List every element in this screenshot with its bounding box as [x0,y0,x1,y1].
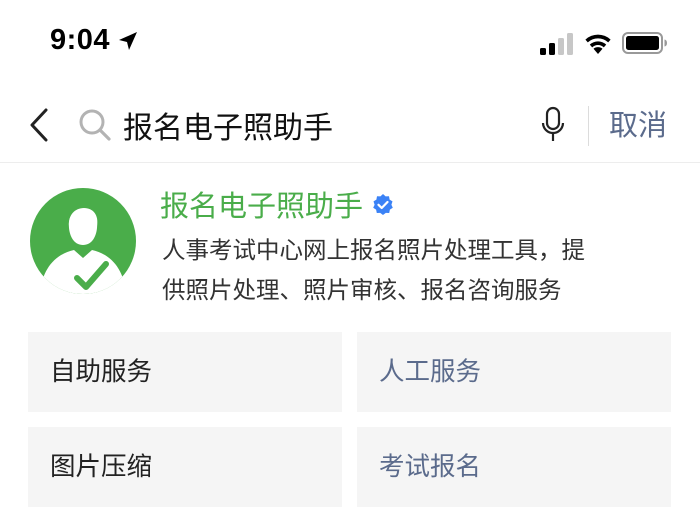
account-description-line-1: 人事考试中心网上报名照片处理工具，提 [162,236,585,264]
wifi-icon [585,34,611,54]
service-image-compress-button[interactable]: 图片压缩 [28,427,342,507]
signal-icon [540,33,573,55]
service-label: 图片压缩 [50,452,153,482]
wechat-search-screen: 9:04 报名电子照助手 取消 报名电子照助手 人事考试中心网上报名照片处理工具… [0,0,700,527]
search-separator [0,162,700,163]
search-input[interactable] [123,100,523,150]
microphone-icon[interactable] [541,106,565,144]
account-description-line-2: 供照片处理、照片审核、报名咨询服务 [162,276,562,304]
status-time: 9:04 [50,24,111,56]
account-result-card[interactable]: 报名电子照助手 人事考试中心网上报名照片处理工具，提 供照片处理、照片审核、报名… [0,176,700,316]
location-arrow-icon [119,32,137,50]
service-label: 人工服务 [379,357,482,387]
verified-badge-icon [373,194,393,215]
service-self-help-button[interactable]: 自助服务 [28,332,342,412]
search-bar: 取消 [0,92,700,160]
status-bar: 9:04 [0,0,700,88]
service-label: 考试报名 [379,452,482,482]
cancel-button[interactable]: 取消 [609,104,667,146]
account-name-row: 报名电子照助手 [160,182,395,226]
person-checkmark-icon [30,188,136,294]
back-chevron-icon[interactable] [24,104,56,146]
search-divider [588,106,589,146]
search-icon [79,109,111,141]
battery-icon [622,32,667,54]
service-label: 自助服务 [50,357,153,387]
account-name: 报名电子照助手 [160,189,364,223]
service-exam-registration-button[interactable]: 考试报名 [357,427,671,507]
account-description: 人事考试中心网上报名照片处理工具，提 供照片处理、照片审核、报名咨询服务 [162,230,662,310]
service-human-help-button[interactable]: 人工服务 [357,332,671,412]
